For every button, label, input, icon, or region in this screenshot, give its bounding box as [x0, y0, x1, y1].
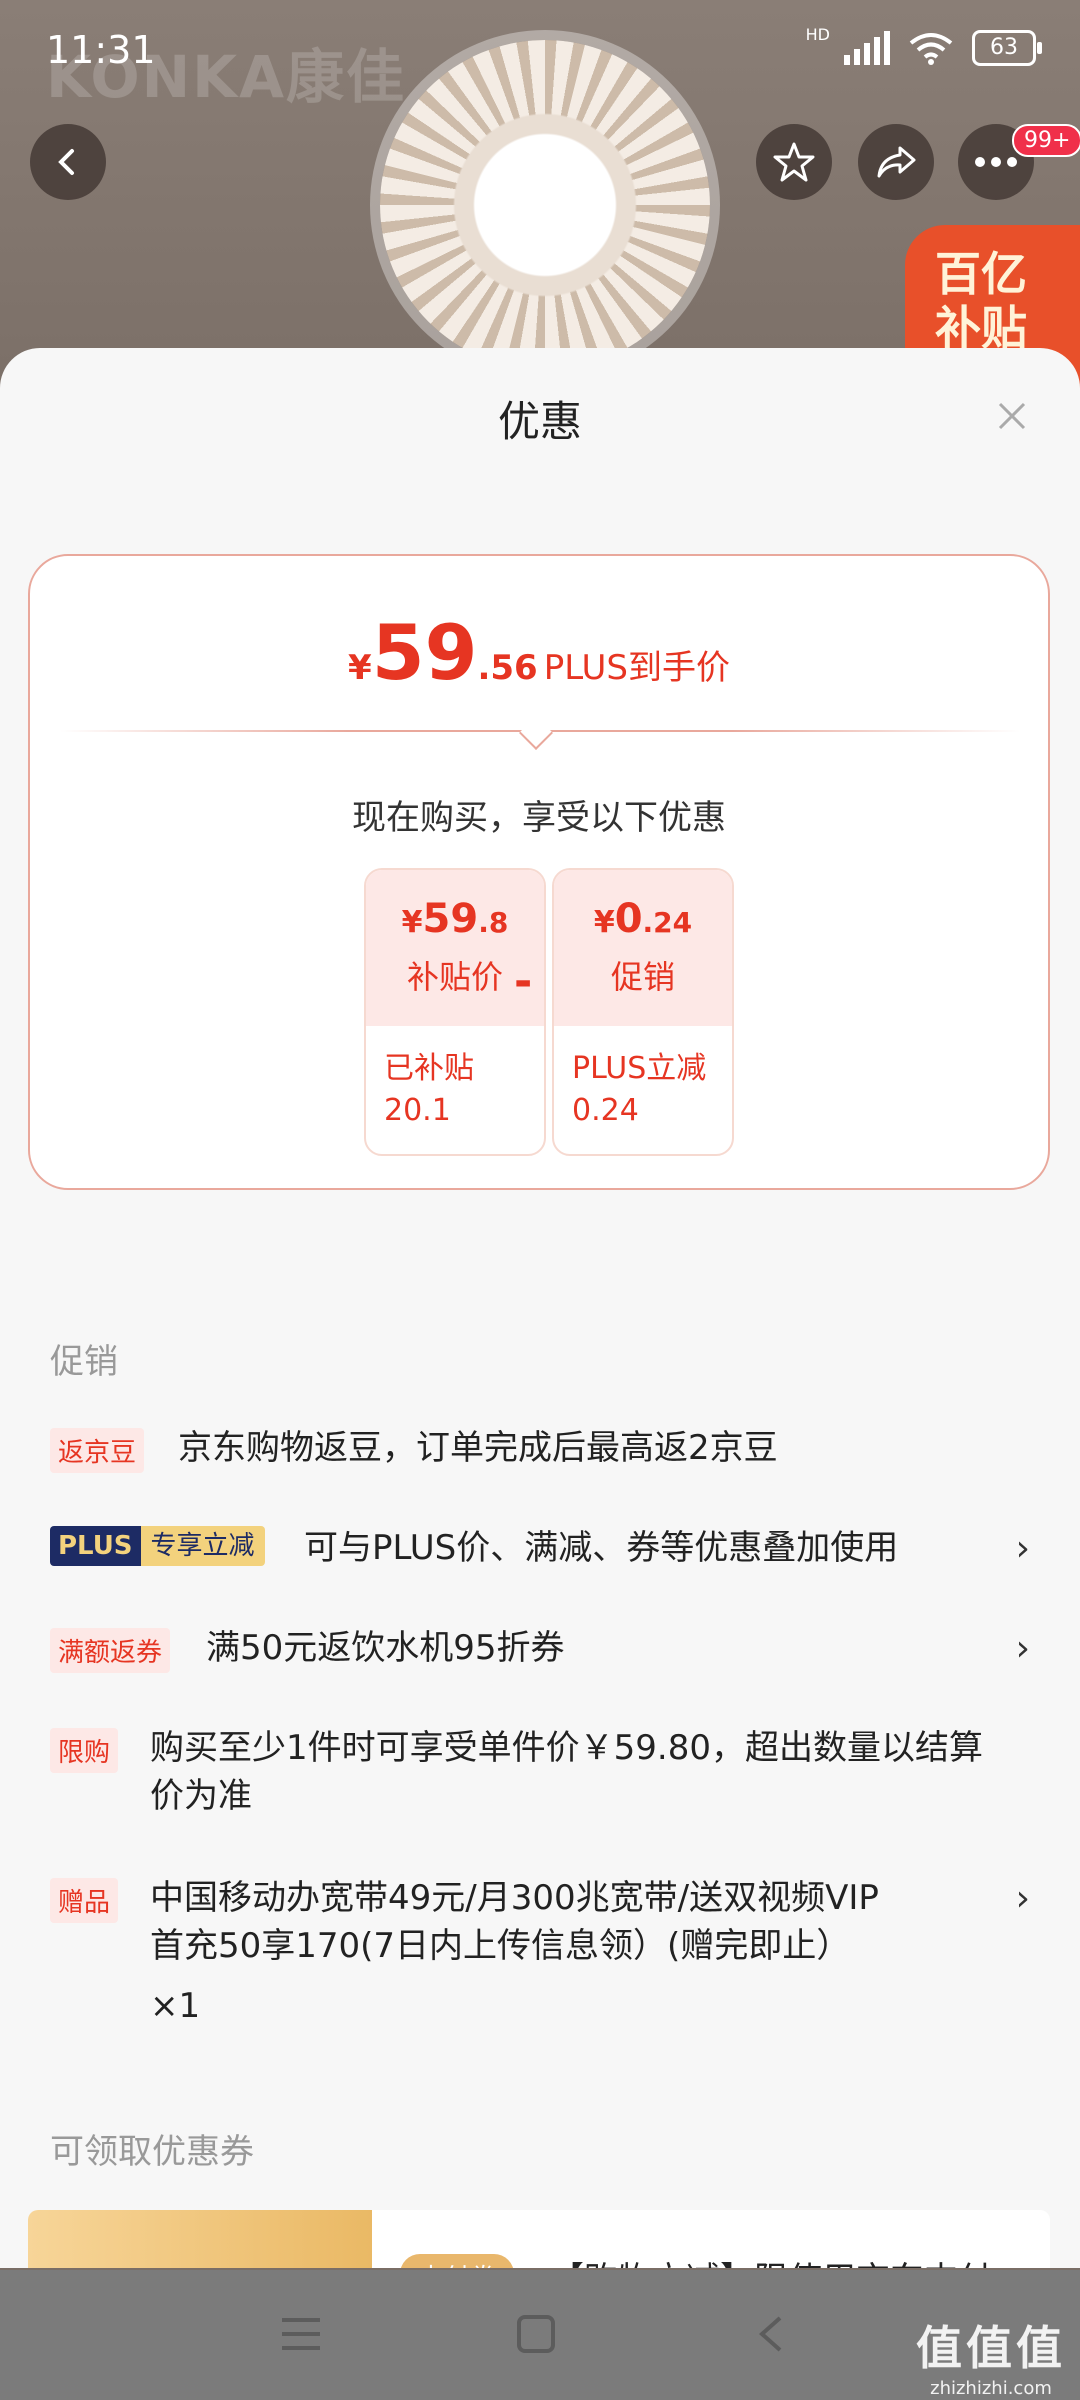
promotion-price-card: ¥0.24 促销 PLUS立减 0.24 — [552, 868, 734, 1156]
promo-tag: 满额返券 — [50, 1628, 171, 1673]
plus-tag-brand: PLUS — [50, 1526, 141, 1566]
watermark-url: zhizhizhi.com — [930, 2378, 1052, 2399]
discount-sheet: 优惠 ¥59.56 PLUS到手价 现在购买，享受以下优惠 ¥59.8 补贴价 已… — [0, 348, 1080, 2268]
status-bar: 11:31 HD 63 — [0, 0, 1080, 100]
chevron-right-icon: › — [1015, 1878, 1030, 1919]
buy-now-text: 现在购买，享受以下优惠 — [352, 798, 726, 838]
home-icon[interactable] — [516, 2314, 556, 2354]
coupon-tag: 支付券 — [400, 2254, 515, 2268]
coupons-section-title: 可领取优惠券 — [50, 2132, 254, 2172]
subsidy-price: ¥59.8 — [401, 896, 509, 942]
favorite-button[interactable] — [756, 124, 832, 200]
chevron-left-icon — [58, 149, 74, 175]
star-icon — [773, 142, 815, 182]
sheet-title: 优惠 — [497, 397, 582, 446]
message-count-badge: 99+ — [1012, 124, 1080, 157]
promo-text: 满50元返饮水机95折券 — [206, 1628, 565, 1668]
more-dots-icon — [975, 157, 1017, 167]
plus-tag: PLUS 专享立减 — [50, 1526, 265, 1566]
final-price: ¥59.56 PLUS到手价 — [30, 608, 1048, 697]
chevron-right-icon: › — [1015, 1528, 1030, 1569]
promo-row-plus[interactable]: PLUS 专享立减 可与PLUS价、满减、券等优惠叠加使用 › — [50, 1524, 1030, 1584]
promo-text: 中国移动办宽带49元/月300兆宽带/送双视频VIP 首充50享170(7日内上… — [150, 1878, 879, 2026]
signal-icon — [844, 31, 890, 65]
share-icon — [877, 146, 916, 178]
price-summary-card: ¥59.56 PLUS到手价 现在购买，享受以下优惠 ¥59.8 补贴价 已补贴 … — [28, 554, 1050, 1190]
subsidy-detail: 已补贴 20.1 — [384, 1051, 474, 1128]
promo-row-jingdou: 返京豆 京东购物返豆，订单完成后最高返2京豆 — [50, 1424, 1030, 1484]
wifi-icon — [909, 33, 953, 65]
subsidy-price-card: ¥59.8 补贴价 已补贴 20.1 — [364, 868, 546, 1156]
promo-text: 京东购物返豆，订单完成后最高返2京豆 — [178, 1428, 778, 1468]
final-price-currency: ¥ — [348, 648, 372, 688]
final-price-decimal: .56 — [477, 648, 538, 688]
menu-icon[interactable] — [278, 2314, 324, 2354]
promotion-price-label: 促销 — [610, 958, 675, 996]
promotion-price: ¥0.24 — [593, 896, 693, 942]
subsidy-badge-line1: 百亿 — [935, 247, 1027, 301]
promotion-detail: PLUS立减 0.24 — [572, 1051, 707, 1128]
share-button[interactable] — [858, 124, 934, 200]
plus-tag-label: 专享立减 — [140, 1526, 265, 1566]
promo-row-gift[interactable]: 赠品 中国移动办宽带49元/月300兆宽带/送双视频VIP 首充50享170(7… — [50, 1874, 1030, 2044]
battery-icon: 63 — [972, 30, 1042, 66]
status-time: 11:31 — [46, 28, 156, 72]
coupon-card[interactable]: 支付券 【购物立减】限使用京东支付 — [28, 2210, 1050, 2268]
promo-text: 购买至少1件时可享受单件价￥59.80，超出数量以结算 价为准 — [150, 1728, 983, 1816]
watermark-logo: 值值值 — [916, 2321, 1066, 2375]
coupon-text: 【购物立减】限使用京东支付 — [550, 2252, 992, 2268]
promo-tag: 限购 — [50, 1728, 119, 1773]
promotions-section-title: 促销 — [50, 1342, 118, 1382]
site-watermark: 值值值 zhizhizhi.com — [916, 2312, 1066, 2399]
promo-tag: 返京豆 — [50, 1428, 145, 1473]
chevron-right-icon: › — [1015, 1628, 1030, 1669]
back-nav-icon[interactable] — [756, 2314, 786, 2354]
divider-notch-icon — [519, 716, 553, 750]
promo-row-purchase-limit: 限购 购买至少1件时可享受单件价￥59.80，超出数量以结算 价为准 — [50, 1724, 1030, 1834]
promo-tag: 赠品 — [50, 1878, 119, 1923]
close-icon[interactable] — [992, 396, 1032, 436]
promo-row-coupon-return[interactable]: 满额返券 满50元返饮水机95折券 › — [50, 1624, 1030, 1684]
battery-level: 63 — [990, 35, 1018, 60]
network-type-label: HD — [805, 24, 830, 44]
coupon-value-panel — [28, 2210, 372, 2268]
subsidy-badge-line2: 补贴 — [935, 301, 1027, 355]
minus-operator: - — [514, 956, 533, 1007]
final-price-label: PLUS到手价 — [543, 648, 730, 688]
promo-text: 可与PLUS价、满减、券等优惠叠加使用 — [304, 1528, 899, 1568]
status-icons: HD 63 — [806, 25, 1042, 66]
back-button[interactable] — [30, 124, 106, 200]
final-price-integer: 59 — [371, 608, 478, 697]
